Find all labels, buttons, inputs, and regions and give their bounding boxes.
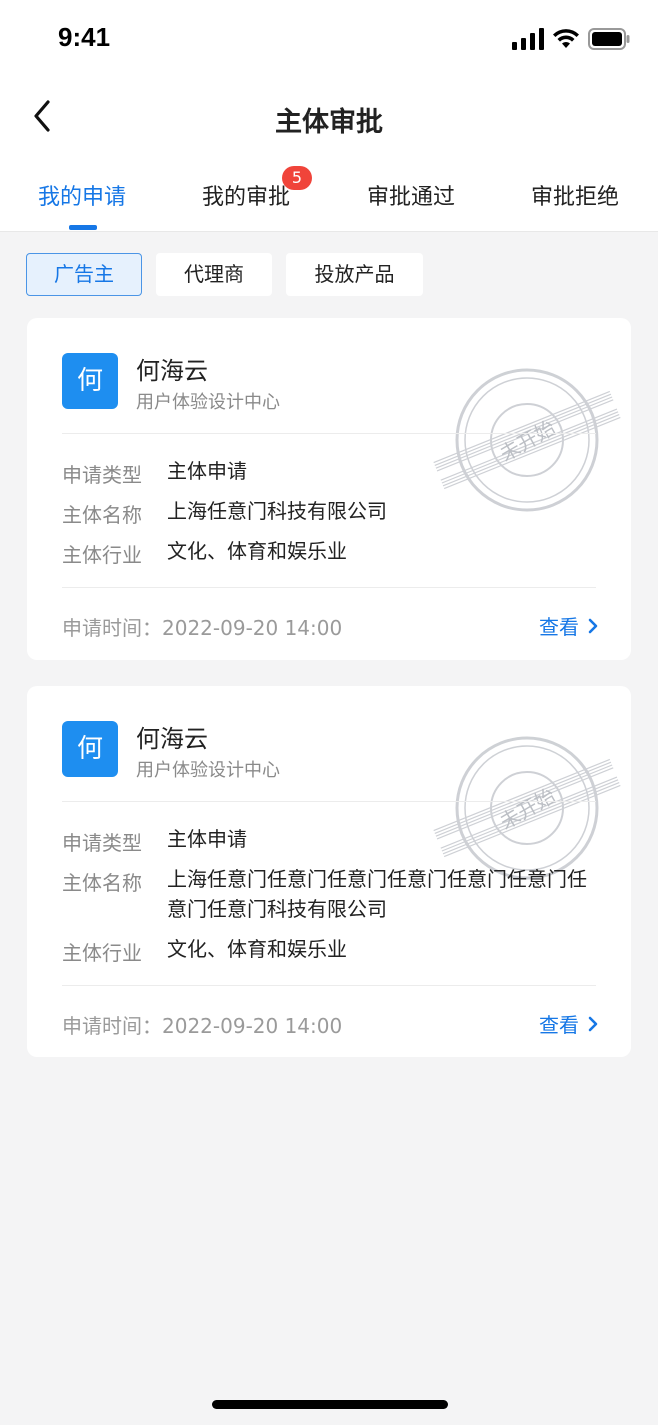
application-card[interactable]: 何 何海云 用户体验设计中心 未开始 申请类型 主体申请 主体名称 上海任意门科… <box>27 318 631 660</box>
field-label: 主体行业 <box>62 941 142 965</box>
filter-product[interactable]: 投放产品 <box>286 253 423 296</box>
view-button[interactable]: 查看 <box>539 1009 599 1038</box>
tab-my-approvals[interactable]: 我的审批 <box>202 179 290 211</box>
filter-advertiser[interactable]: 广告主 <box>26 253 142 296</box>
home-indicator[interactable] <box>212 1400 448 1409</box>
tab-bar: 我的申请 我的审批 审批通过 审批拒绝 <box>0 155 658 232</box>
tab-approved[interactable]: 审批通过 <box>367 179 455 211</box>
status-bar: 9:41 <box>0 0 658 80</box>
status-time: 9:41 <box>58 22 111 52</box>
view-button[interactable]: 查看 <box>539 611 599 640</box>
filter-agency[interactable]: 代理商 <box>156 253 272 296</box>
applicant-name: 何海云 <box>136 725 208 753</box>
chevron-right-icon <box>588 618 598 633</box>
nav-bar: 主体审批 <box>0 80 658 155</box>
chevron-right-icon <box>588 1016 598 1031</box>
status-icons <box>512 28 630 50</box>
tab-rejected[interactable]: 审批拒绝 <box>531 179 619 211</box>
view-label: 查看 <box>539 615 579 639</box>
divider <box>62 433 596 434</box>
applicant-department: 用户体验设计中心 <box>136 392 280 413</box>
divider <box>62 985 596 986</box>
avatar: 何 <box>62 721 118 777</box>
wifi-icon <box>553 29 579 48</box>
divider <box>62 801 596 802</box>
battery-icon <box>588 28 630 50</box>
field-value: 主体申请 <box>167 827 247 851</box>
applicant-name: 何海云 <box>136 357 208 385</box>
application-card[interactable]: 何 何海云 用户体验设计中心 未开始 申请类型 主体申请 主体名称 上海任意门任… <box>27 686 631 1057</box>
field-value: 主体申请 <box>167 459 247 483</box>
signal-icon <box>512 28 544 50</box>
notification-badge: 5 <box>282 166 312 190</box>
field-label: 主体行业 <box>62 543 142 567</box>
view-label: 查看 <box>539 1013 579 1037</box>
applicant-department: 用户体验设计中心 <box>136 760 280 781</box>
application-time: 申请时间：2022-09-20 14:00 <box>62 616 343 640</box>
field-label: 主体名称 <box>62 503 142 527</box>
application-time: 申请时间：2022-09-20 14:00 <box>62 1014 343 1038</box>
active-tab-indicator <box>69 225 97 230</box>
page-title: 主体审批 <box>275 107 383 138</box>
avatar: 何 <box>62 353 118 409</box>
field-label: 申请类型 <box>62 831 142 855</box>
field-label: 申请类型 <box>62 463 142 487</box>
field-value: 上海任意门任意门任意门任意门任意门任意门任意门任意门科技有限公司 <box>167 867 587 921</box>
divider <box>62 587 596 588</box>
tab-my-applications[interactable]: 我的申请 <box>38 179 126 211</box>
field-label: 主体名称 <box>62 871 142 895</box>
field-value: 上海任意门科技有限公司 <box>167 499 387 523</box>
field-value: 文化、体育和娱乐业 <box>167 539 347 563</box>
field-value: 文化、体育和娱乐业 <box>167 937 347 961</box>
